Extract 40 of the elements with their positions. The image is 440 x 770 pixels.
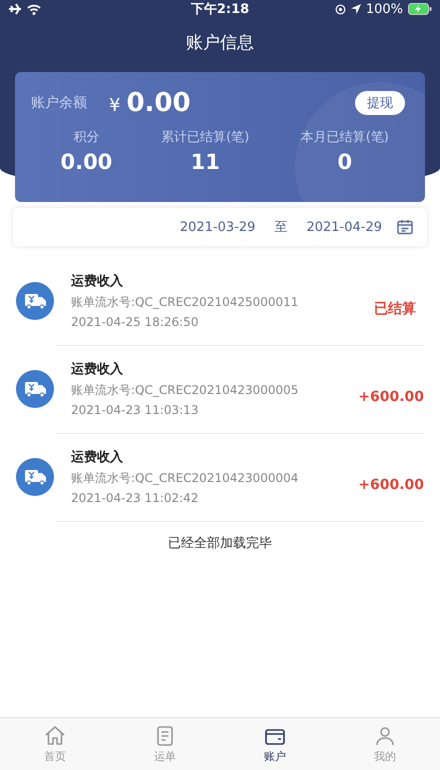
transaction-amount: +600.00 [358,389,424,405]
truck-icon [16,282,54,320]
wifi-icon [27,4,41,14]
transaction-time: 2021-04-23 11:03:13 [71,402,200,419]
transaction-amount: +600.00 [358,477,424,493]
balance-label: 账户余额 [31,94,87,112]
stat-value: 0.00 [60,150,112,174]
transaction-time: 2021-04-23 11:02:42 [71,490,200,507]
serial-number: 账单流水号:QC_CREC20210423000005 [71,382,300,399]
stat-value: 11 [190,150,220,174]
home-icon [43,724,67,748]
transaction-title: 运费收入 [71,448,124,467]
calendar-icon [397,219,413,235]
currency-symbol: ¥ [109,95,120,116]
date-separator: 至 [274,219,288,236]
end-date[interactable]: 2021-04-29 [306,220,382,234]
status-time: 下午2:18 [190,1,250,18]
truck-icon [16,370,54,408]
withdraw-button[interactable]: 提现 [355,91,405,115]
truck-icon [16,458,54,496]
stat-label: 积分 [73,129,100,146]
balance-amount: 0.00 [126,88,191,118]
list-end-note: 已经全部加载完毕 [167,535,273,552]
stat-label: 本月已结算(笔) [300,129,389,146]
transaction-time: 2021-04-25 18:26:50 [71,314,200,331]
transaction-title: 运费收入 [71,272,124,291]
tab-item[interactable]: 账户 [220,718,330,770]
battery-icon [408,3,432,15]
serial-number: 账单流水号:QC_CREC20210425000011 [71,294,300,311]
battery-percent: 100% [366,2,403,16]
settled-status: 已结算 [373,300,417,319]
transaction-title: 运费收入 [71,360,124,379]
page-title: 账户信息 [185,32,255,54]
stat-label: 累计已结算(笔) [161,129,250,146]
stat-value: 0 [337,150,352,174]
serial-number: 账单流水号:QC_CREC20210423000004 [71,470,300,487]
location-arrow-icon [350,4,361,14]
airplane-icon [8,3,22,15]
person-icon [373,724,397,748]
start-date[interactable]: 2021-03-29 [180,220,256,234]
